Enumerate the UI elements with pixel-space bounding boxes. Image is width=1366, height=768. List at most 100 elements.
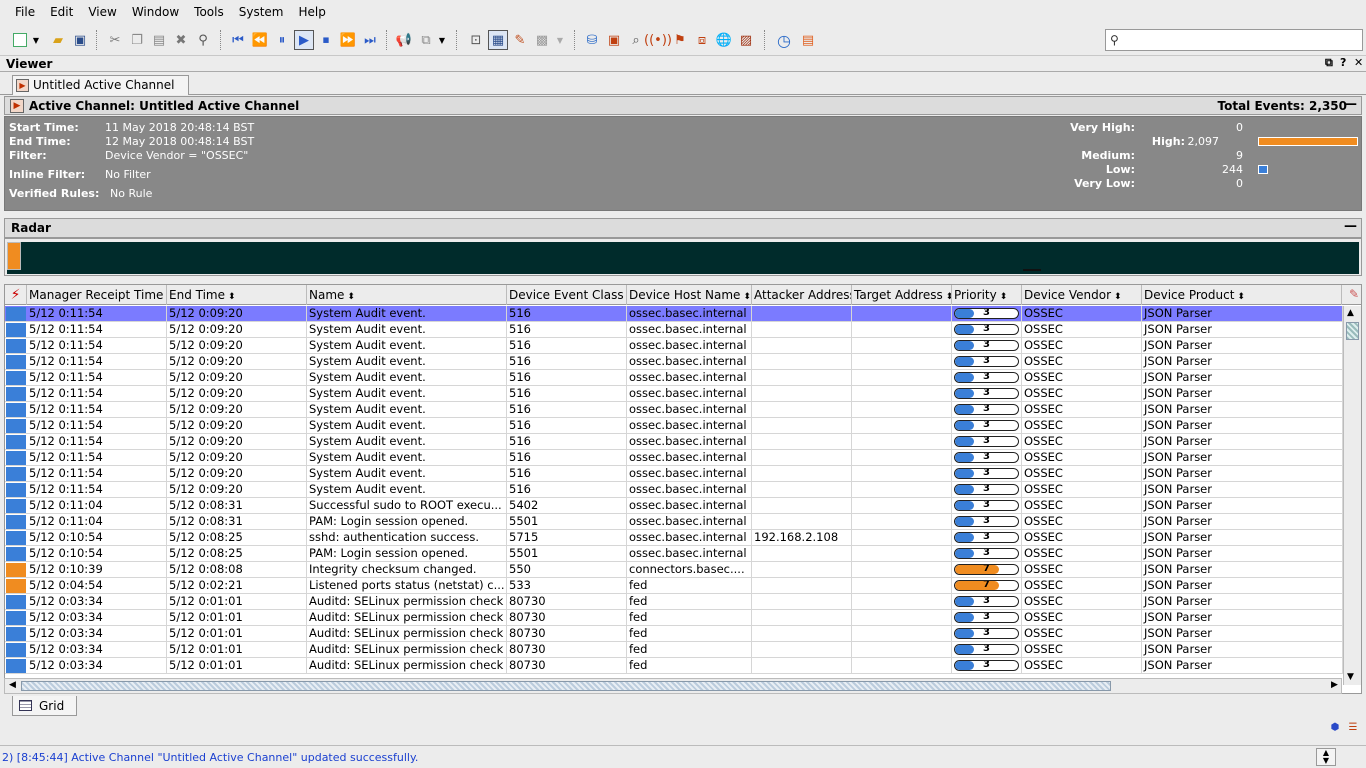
column-header[interactable]: Device Product ⬍ [1142, 285, 1342, 305]
column-header[interactable]: Device Host Name ⬍ [627, 285, 752, 305]
menu-system[interactable]: System [232, 5, 292, 19]
inline-filter-value[interactable]: No Filter [105, 168, 151, 181]
table-cell: 80730 [507, 658, 627, 674]
table-row[interactable]: 5/12 0:03:34 5/12 0:01:01 Auditd: SELinux … [5, 658, 1343, 674]
table-row[interactable]: 5/12 0:10:39 5/12 0:08:08 Integrity checks… [5, 562, 1343, 578]
edit-columns-icon[interactable]: ✎ [1349, 287, 1359, 301]
radar-event-blip[interactable] [7, 242, 21, 270]
table-row[interactable]: 5/12 0:11:54 5/12 0:09:20 System Audit eve… [5, 482, 1343, 498]
zoom-fit-icon[interactable]: ⊡ [466, 30, 486, 50]
table-row[interactable]: 5/12 0:11:54 5/12 0:09:20 System Audit eve… [5, 434, 1343, 450]
scroll-right-icon[interactable]: ▶ [1331, 680, 1338, 690]
scroll-left-icon[interactable]: ◀ [9, 680, 16, 690]
export-icon[interactable]: ▤ [798, 30, 818, 50]
table-row[interactable]: 5/12 0:11:54 5/12 0:09:20 System Audit eve… [5, 370, 1343, 386]
query-icon[interactable]: ⌕ [626, 30, 646, 50]
menu-file[interactable]: File [8, 5, 43, 19]
horizontal-scrollbar[interactable]: ◀ ▶ [4, 678, 1342, 694]
graph-icon[interactable]: ⚑ [670, 30, 690, 50]
cut-icon[interactable]: ✂ [105, 30, 125, 50]
scroll-up-icon[interactable]: ▲ [1347, 308, 1354, 318]
table-row[interactable]: 5/12 0:03:34 5/12 0:01:01 Auditd: SELinux … [5, 610, 1343, 626]
tab-grid[interactable]: Grid [12, 696, 78, 716]
scroll-thumb[interactable] [21, 681, 1111, 691]
radio-icon[interactable]: ((•)) [644, 30, 672, 50]
network-icon[interactable]: ⛁ [582, 30, 602, 50]
layers-dropdown-icon[interactable]: ▼ [436, 30, 448, 50]
open-folder-icon[interactable]: ▰ [48, 30, 68, 50]
tab-untitled-active-channel[interactable]: ▶ Untitled Active Channel [12, 75, 190, 95]
edit-view-icon[interactable]: ✎ [510, 30, 530, 50]
stack-dropdown-icon[interactable]: ▼ [554, 30, 566, 50]
table-row[interactable]: 5/12 0:11:04 5/12 0:08:31 Successful sudo … [5, 498, 1343, 514]
flag-icon[interactable]: ⚡ [5, 285, 27, 305]
new-icon[interactable] [10, 30, 30, 50]
tree-icon[interactable]: ⧈ [692, 30, 712, 50]
layers-icon[interactable]: ⧉ [416, 30, 436, 50]
rewind-icon[interactable]: ⏪ [250, 30, 270, 50]
delete-icon[interactable]: ✖ [171, 30, 191, 50]
menu-view[interactable]: View [81, 5, 124, 19]
table-row[interactable]: 5/12 0:11:54 5/12 0:09:20 System Audit eve… [5, 306, 1343, 322]
column-header[interactable]: End Time ⬍ [167, 285, 307, 305]
column-header[interactable]: Priority ⬍ [952, 285, 1022, 305]
menu-tools[interactable]: Tools [187, 5, 232, 19]
close-icon[interactable]: ✕ [1354, 56, 1363, 69]
find-icon[interactable]: ⚲ [193, 30, 213, 50]
restore-icon[interactable]: ⧉ [1325, 56, 1333, 70]
table-row[interactable]: 5/12 0:11:04 5/12 0:08:31 PAM: Login sessi… [5, 514, 1343, 530]
stack-icon[interactable]: ▩ [532, 30, 552, 50]
save-icon[interactable]: ▣ [70, 30, 90, 50]
last-icon[interactable]: ⏭ [360, 30, 380, 50]
table-row[interactable]: 5/12 0:11:54 5/12 0:09:20 System Audit eve… [5, 386, 1343, 402]
shield-icon[interactable]: ⬢ [1328, 721, 1342, 735]
column-header[interactable]: Device Event Class ID [507, 285, 627, 305]
column-header[interactable]: Target Address⬍ [852, 285, 952, 305]
forward-icon[interactable]: ⏩ [338, 30, 358, 50]
scroll-down-icon[interactable]: ▼ [1347, 672, 1354, 682]
table-row[interactable]: 5/12 0:03:34 5/12 0:01:01 Auditd: SELinux … [5, 626, 1343, 642]
column-header[interactable]: Manager Receipt Time 1 [27, 285, 167, 305]
stop-icon[interactable]: ⏹ [316, 30, 336, 50]
table-row[interactable]: 5/12 0:11:54 5/12 0:09:20 System Audit eve… [5, 466, 1343, 482]
column-header[interactable]: Name ⬍ [307, 285, 507, 305]
minimize-icon[interactable]: — [1344, 97, 1357, 112]
radar-panel[interactable] [4, 238, 1362, 276]
copy-icon[interactable]: ❐ [127, 30, 147, 50]
new-dropdown-icon[interactable]: ▼ [30, 30, 42, 50]
table-row[interactable]: 5/12 0:10:54 5/12 0:08:25 sshd: authentica… [5, 530, 1343, 546]
first-icon[interactable]: ⏮ [228, 30, 248, 50]
pause-icon[interactable]: ⏸ [272, 30, 292, 50]
table-row[interactable]: 5/12 0:03:34 5/12 0:01:01 Auditd: SELinux … [5, 642, 1343, 658]
radar-timeline[interactable] [7, 242, 1359, 274]
play-icon[interactable]: ▶ [294, 30, 314, 50]
search-input[interactable]: ⚲ [1105, 29, 1363, 51]
minimize-icon[interactable]: — [1344, 219, 1357, 234]
status-spinner-icon[interactable]: ▲ ▼ [1316, 748, 1336, 766]
paste-icon[interactable]: ▤ [149, 30, 169, 50]
menu-window[interactable]: Window [125, 5, 187, 19]
vertical-scrollbar[interactable]: ▲ ▼ [1343, 306, 1361, 685]
table-row[interactable]: 5/12 0:04:54 5/12 0:02:21 Listened ports s… [5, 578, 1343, 594]
globe-search-icon[interactable]: 🌐 [714, 30, 734, 50]
help-icon[interactable]: ? [1340, 56, 1346, 69]
menu-help[interactable]: Help [291, 5, 333, 19]
scroll-thumb[interactable] [1346, 322, 1359, 340]
table-row[interactable]: 5/12 0:11:54 5/12 0:09:20 System Audit eve… [5, 354, 1343, 370]
table-row[interactable]: 5/12 0:11:54 5/12 0:09:20 System Audit eve… [5, 402, 1343, 418]
column-header[interactable]: Device Vendor ⬍ [1022, 285, 1142, 305]
table-row[interactable]: 5/12 0:03:34 5/12 0:01:01 Auditd: SELinux … [5, 594, 1343, 610]
table-row[interactable]: 5/12 0:11:54 5/12 0:09:20 System Audit eve… [5, 338, 1343, 354]
report-icon[interactable]: ▣ [604, 30, 624, 50]
table-row[interactable]: 5/12 0:11:54 5/12 0:09:20 System Audit eve… [5, 322, 1343, 338]
broadcast-icon[interactable]: 📢 [394, 30, 414, 50]
menu-edit[interactable]: Edit [43, 5, 81, 19]
clock-icon[interactable]: ◷ [774, 30, 794, 50]
grid-view-icon[interactable]: ▦ [488, 30, 508, 50]
options-icon[interactable]: ☰ [1346, 721, 1360, 735]
inspect-icon[interactable]: ▨ [736, 30, 756, 50]
table-row[interactable]: 5/12 0:11:54 5/12 0:09:20 System Audit eve… [5, 450, 1343, 466]
column-header[interactable]: Attacker Address [752, 285, 852, 305]
table-row[interactable]: 5/12 0:10:54 5/12 0:08:25 PAM: Login sessi… [5, 546, 1343, 562]
table-row[interactable]: 5/12 0:11:54 5/12 0:09:20 System Audit eve… [5, 418, 1343, 434]
